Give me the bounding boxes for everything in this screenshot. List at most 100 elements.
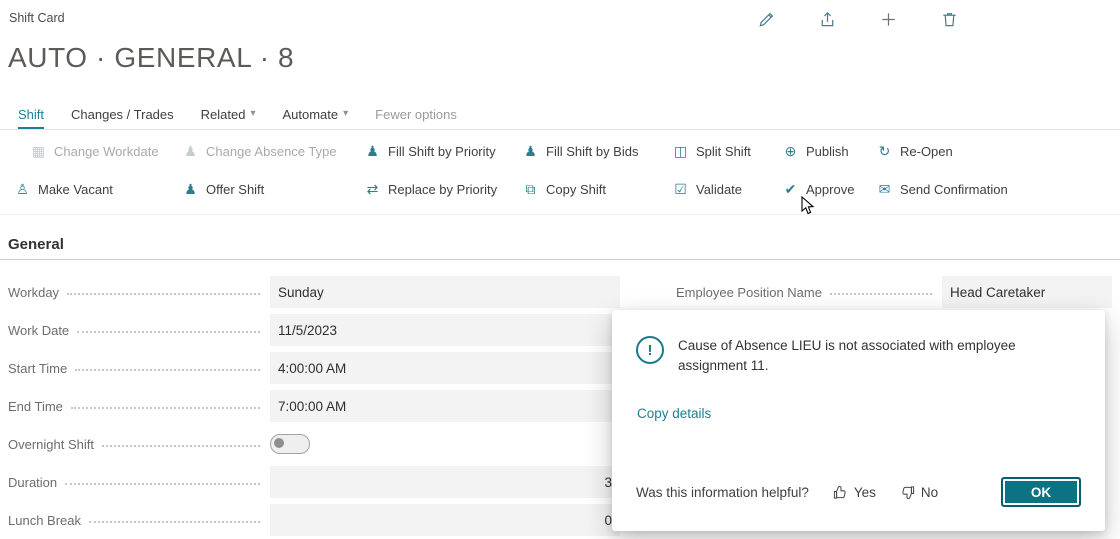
field-label: Workday xyxy=(8,285,65,300)
field-label: End Time xyxy=(8,399,69,414)
field-label: Duration xyxy=(8,475,63,490)
add-button[interactable] xyxy=(874,5,902,33)
dotted-leader xyxy=(65,483,260,485)
field-row-end-time: End Time 7:00:00 AM xyxy=(8,387,620,425)
feedback-question: Was this information helpful? xyxy=(636,485,809,500)
tab-shift[interactable]: Shift xyxy=(18,99,44,129)
tab-changes-trades[interactable]: Changes / Trades xyxy=(71,99,174,129)
message-dialog: Cause of Absence LIEU is not associated … xyxy=(612,310,1105,531)
action-offer-shift[interactable]: ♟ Offer Shift xyxy=(182,182,264,197)
action-label: Split Shift xyxy=(696,144,751,159)
action-send-confirmation[interactable]: ✉ Send Confirmation xyxy=(876,182,1008,197)
feedback-yes-button[interactable]: Yes xyxy=(833,485,876,500)
employee-position-name-value[interactable]: Head Caretaker xyxy=(942,276,1112,308)
action-label: Re-Open xyxy=(900,144,953,159)
action-ribbon: ▦ Change Workdate ♟ Change Absence Type … xyxy=(0,132,1120,215)
edit-button[interactable] xyxy=(752,5,780,33)
action-fill-shift-by-priority[interactable]: ♟ Fill Shift by Priority xyxy=(364,144,496,159)
overnight-shift-toggle[interactable] xyxy=(270,434,310,454)
action-label: Change Absence Type xyxy=(206,144,337,159)
action-replace-by-priority[interactable]: ⇄ Replace by Priority xyxy=(364,182,497,197)
action-label: Copy Shift xyxy=(546,182,606,197)
calendar-icon: ▦ xyxy=(30,144,47,158)
dialog-message: Cause of Absence LIEU is not associated … xyxy=(678,336,1034,376)
work-date-value[interactable]: 11/5/2023 xyxy=(270,314,620,346)
field-row-work-date: Work Date 11/5/2023 xyxy=(8,311,620,349)
menu-tabs: Shift Changes / Trades Related Automate … xyxy=(0,99,1120,130)
share-button[interactable] xyxy=(813,5,841,33)
toggle-knob xyxy=(274,438,284,448)
action-reopen[interactable]: ↻ Re-Open xyxy=(876,144,953,159)
action-make-vacant[interactable]: ♙ Make Vacant xyxy=(14,182,113,197)
info-icon xyxy=(636,336,664,364)
chevron-down-icon xyxy=(250,109,255,119)
tab-label: Fewer options xyxy=(375,107,457,122)
field-row-workday: Workday Sunday xyxy=(8,273,620,311)
approve-check-icon: ✔ xyxy=(782,182,799,196)
field-row-start-time: Start Time 4:00:00 AM xyxy=(8,349,620,387)
split-shift-icon: ◫ xyxy=(672,144,689,158)
copy-details-link[interactable]: Copy details xyxy=(637,406,711,421)
field-label: Employee Position Name xyxy=(676,285,828,300)
action-label: Fill Shift by Bids xyxy=(546,144,638,159)
tab-related[interactable]: Related xyxy=(201,99,256,129)
action-split-shift[interactable]: ◫ Split Shift xyxy=(672,144,751,159)
reopen-icon: ↻ xyxy=(876,144,893,158)
field-row-employee-position-name: Employee Position Name Head Caretaker xyxy=(676,273,1112,311)
start-time-value[interactable]: 4:00:00 AM xyxy=(270,352,620,384)
action-change-absence-type: ♟ Change Absence Type xyxy=(182,144,337,159)
field-row-lunch-break: Lunch Break 0 xyxy=(8,501,620,539)
end-time-value[interactable]: 7:00:00 AM xyxy=(270,390,620,422)
section-divider xyxy=(0,259,1120,260)
duration-value[interactable]: 3 xyxy=(270,466,620,498)
dotted-leader xyxy=(830,293,932,295)
person-offer-icon: ♟ xyxy=(182,182,199,196)
ok-button[interactable]: OK xyxy=(1001,477,1081,507)
field-value-text: 11/5/2023 xyxy=(278,323,337,338)
dotted-leader xyxy=(89,521,260,523)
action-change-workdate: ▦ Change Workdate xyxy=(14,144,159,159)
field-label: Overnight Shift xyxy=(8,437,100,452)
action-approve[interactable]: ✔ Approve xyxy=(782,182,854,197)
workday-value[interactable]: Sunday xyxy=(270,276,620,308)
page-caption: Shift Card xyxy=(9,11,65,25)
yes-label: Yes xyxy=(854,485,876,500)
feedback-no-button[interactable]: No xyxy=(900,485,938,500)
tab-automate[interactable]: Automate xyxy=(282,99,348,129)
action-label: Replace by Priority xyxy=(388,182,497,197)
action-copy-shift[interactable]: ⧉ Copy Shift xyxy=(522,182,606,197)
dotted-leader xyxy=(71,407,260,409)
lunch-break-value[interactable]: 0 xyxy=(270,504,620,536)
trash-icon xyxy=(940,10,959,29)
action-label: Change Workdate xyxy=(54,144,159,159)
thumbs-down-icon xyxy=(900,485,915,500)
delete-button[interactable] xyxy=(935,5,963,33)
action-validate[interactable]: ☑ Validate xyxy=(672,182,742,197)
action-row-1: ▦ Change Workdate ♟ Change Absence Type … xyxy=(0,132,1120,170)
tab-fewer-options[interactable]: Fewer options xyxy=(375,99,457,129)
action-label: Approve xyxy=(806,182,854,197)
field-label: Lunch Break xyxy=(8,513,87,528)
field-value-text: Head Caretaker xyxy=(950,285,1045,300)
action-label: Validate xyxy=(696,182,742,197)
general-fields-right: Employee Position Name Head Caretaker xyxy=(676,273,1112,311)
people-icon: ♟ xyxy=(522,144,539,158)
field-value-text: 7:00:00 AM xyxy=(278,399,346,414)
person-remove-icon: ♙ xyxy=(14,182,31,196)
dialog-body: Cause of Absence LIEU is not associated … xyxy=(636,336,1081,376)
action-publish[interactable]: ⊕ Publish xyxy=(782,144,849,159)
field-value-text: 4:00:00 AM xyxy=(278,361,346,376)
page-toolbar xyxy=(752,5,963,33)
dialog-footer: Was this information helpful? Yes No OK xyxy=(636,477,1081,507)
pencil-icon xyxy=(757,10,776,29)
action-label: Make Vacant xyxy=(38,182,113,197)
tab-label: Related xyxy=(201,107,246,122)
field-label: Work Date xyxy=(8,323,75,338)
tab-label: Automate xyxy=(282,107,338,122)
action-label: Send Confirmation xyxy=(900,182,1008,197)
general-fields-left: Workday Sunday Work Date 11/5/2023 Start… xyxy=(8,273,620,539)
general-section-heading[interactable]: General xyxy=(8,236,64,253)
action-fill-shift-by-bids[interactable]: ♟ Fill Shift by Bids xyxy=(522,144,638,159)
share-icon xyxy=(818,10,837,29)
dotted-leader xyxy=(67,293,260,295)
